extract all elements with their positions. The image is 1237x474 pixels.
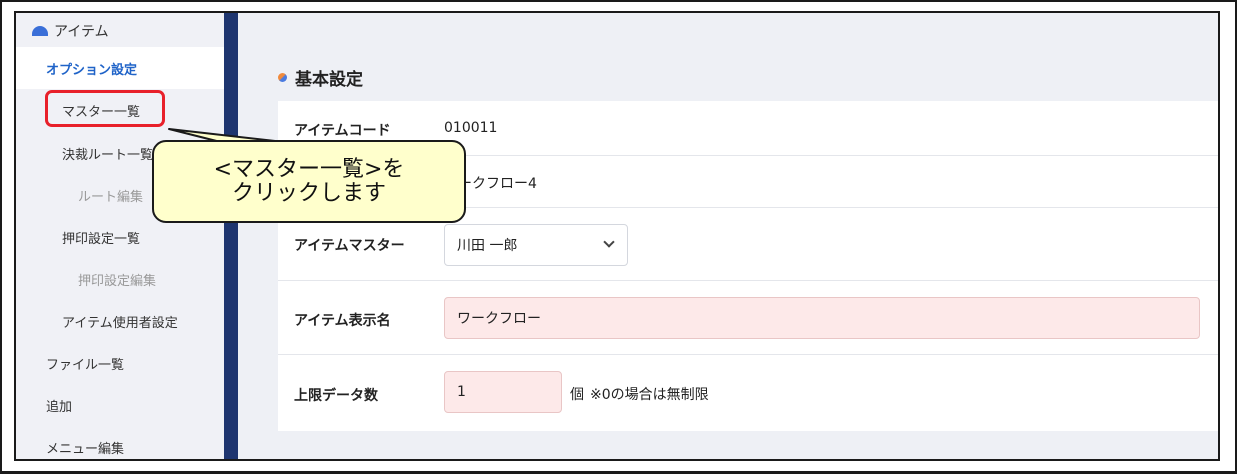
sidebar-item-label: 押印設定一覧 [62, 231, 141, 247]
field-label: 上限データ数 [294, 388, 378, 404]
sidebar-item-label: メニュー編集 [46, 441, 125, 457]
callout-line-2: クリックします [231, 180, 386, 206]
section-dot-icon [278, 73, 287, 82]
field-label: アイテムマスター [294, 238, 405, 254]
item-code-value: 010011 [444, 120, 498, 136]
chevron-down-icon [603, 236, 615, 248]
callout-line-1: <マスター一覧>を [213, 156, 405, 182]
data-limit-unit: 個 [570, 387, 584, 403]
section-title-text: 基本設定 [295, 70, 363, 90]
data-limit-input[interactable]: 1 [444, 371, 562, 413]
form-row-display-name: アイテム表示名 ワークフロー [278, 281, 1218, 355]
sidebar-item-label: アイテム使用者設定 [62, 315, 178, 331]
data-limit-note: ※0の場合は無制限 [590, 387, 709, 403]
field-label: アイテム表示名 [294, 313, 391, 329]
display-name-input[interactable]: ワークフロー [444, 297, 1200, 339]
sidebar-item-label: 押印設定編集 [78, 273, 157, 289]
sidebar-item-seal-settings-edit[interactable]: 押印設定編集 [16, 258, 224, 300]
sidebar-divider-bar [224, 13, 238, 459]
sidebar-item-file-list[interactable]: ファイル一覧 [16, 342, 224, 384]
sidebar-item-menu-edit[interactable]: メニュー編集 [16, 426, 224, 459]
sidebar-item-label: 追加 [46, 399, 73, 415]
form-row-data-limit: 上限データ数 1 個 ※0の場合は無制限 [278, 355, 1218, 431]
data-limit-value: 1 [457, 384, 466, 400]
sidebar-item-add[interactable]: 追加 [16, 384, 224, 426]
main-content: 基本設定 アイテムコード 010011 ワークフロー4 アイテムマスター 川田 … [238, 13, 1218, 459]
sidebar-item-label: ルート編集 [78, 189, 144, 205]
item-master-select[interactable]: 川田 一郎 [444, 224, 628, 266]
sidebar-item-label: オプション設定 [46, 62, 138, 78]
app-window: アイテム オプション設定 マスター一覧 決裁ルート一覧 ルート編集 押印設定一覧… [14, 11, 1220, 461]
field-label: アイテムコード [294, 123, 391, 139]
display-name-value: ワークフロー [457, 311, 541, 327]
sidebar-header-label: アイテム [54, 24, 109, 40]
sidebar-item-item-user-settings[interactable]: アイテム使用者設定 [16, 300, 224, 342]
section-title: 基本設定 [278, 65, 363, 90]
sidebar: アイテム オプション設定 マスター一覧 決裁ルート一覧 ルート編集 押印設定一覧… [16, 13, 224, 459]
sidebar-item-label: 決裁ルート一覧 [62, 147, 154, 163]
instruction-callout: <マスター一覧>を クリックします [152, 140, 466, 223]
sidebar-item-label: ファイル一覧 [46, 357, 125, 373]
item-master-selected-value: 川田 一郎 [457, 238, 518, 254]
highlight-box [45, 90, 165, 127]
sidebar-header[interactable]: アイテム [32, 18, 109, 44]
sidebar-item-option-settings[interactable]: オプション設定 [16, 47, 224, 89]
item-icon [32, 26, 48, 36]
